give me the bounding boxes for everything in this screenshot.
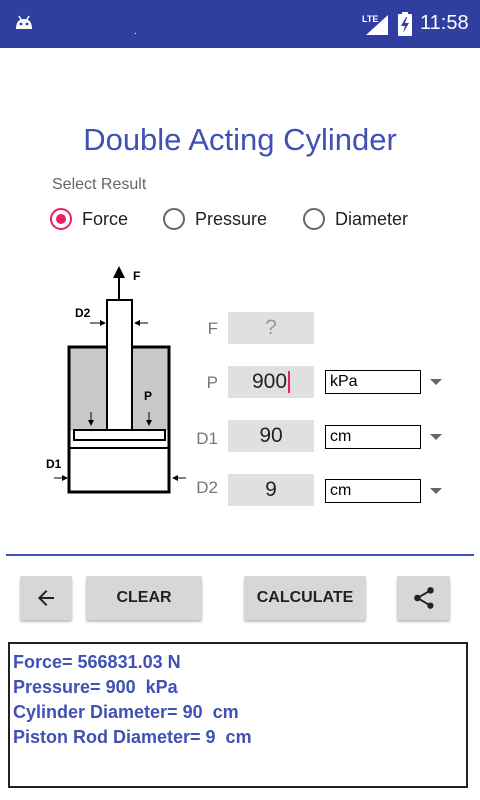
status-dot: . (134, 26, 137, 37)
divider (6, 554, 474, 556)
force-field: ? (228, 312, 314, 344)
diagram-pressure-label: P (144, 389, 152, 403)
signal-icon (366, 15, 388, 35)
chevron-down-icon[interactable] (430, 379, 442, 385)
select-result-label: Select Result (52, 176, 147, 193)
d1-unit-select[interactable]: cm (325, 425, 421, 449)
radio-force-label: Force (82, 208, 129, 229)
radio-pressure[interactable]: Pressure (163, 204, 267, 234)
page-title: Double Acting Cylinder (83, 122, 397, 157)
android-notification-icon (16, 15, 32, 29)
cylinder-diagram: F D2 P D1 (46, 266, 186, 494)
battery-charging-icon (398, 12, 412, 36)
share-icon (413, 587, 434, 609)
text-cursor (288, 371, 291, 394)
result-pressure: Pressure= 900 kPa (13, 677, 178, 697)
d2-field[interactable]: 9 (228, 474, 314, 506)
force-label: F (207, 319, 218, 338)
clear-button[interactable]: CLEAR (86, 576, 202, 620)
radio-unchecked-icon[interactable] (303, 208, 325, 230)
diagram-d1-label: D1 (46, 457, 62, 471)
d2-label: D2 (196, 478, 218, 497)
pressure-unit-select[interactable]: kPa (325, 370, 421, 394)
chevron-down-icon[interactable] (430, 488, 442, 494)
share-button[interactable] (397, 576, 450, 620)
clock: 11:58 (420, 12, 469, 34)
radio-force[interactable]: Force (50, 204, 128, 234)
diagram-d2-label: D2 (75, 306, 91, 320)
chevron-down-icon[interactable] (430, 434, 442, 440)
diagram-force-label: F (133, 269, 140, 283)
back-button[interactable] (20, 576, 72, 620)
pressure-field[interactable]: 900 (228, 366, 314, 398)
d1-label: D1 (196, 429, 218, 448)
radio-checked-icon[interactable] (50, 208, 72, 230)
radio-diameter-label: Diameter (335, 208, 409, 229)
results-panel: Force= 566831.03 N Pressure= 900 kPa Cyl… (8, 642, 468, 788)
status-bar: . LTE 11:58 (0, 0, 480, 48)
radio-unchecked-icon[interactable] (163, 208, 185, 230)
radio-pressure-label: Pressure (195, 208, 268, 229)
d1-field[interactable]: 90 (228, 420, 314, 452)
radio-diameter[interactable]: Diameter (303, 204, 408, 234)
result-rod-diameter: Piston Rod Diameter= 9 cm (13, 727, 252, 747)
calculate-button[interactable]: CALCULATE (244, 576, 366, 620)
d2-unit-select[interactable]: cm (325, 479, 421, 503)
result-cylinder-diameter: Cylinder Diameter= 90 cm (13, 702, 239, 722)
pressure-label: P (206, 373, 218, 392)
result-force: Force= 566831.03 N (13, 652, 181, 672)
arrow-left-icon (38, 590, 54, 606)
pressure-value: 900 (251, 370, 288, 393)
